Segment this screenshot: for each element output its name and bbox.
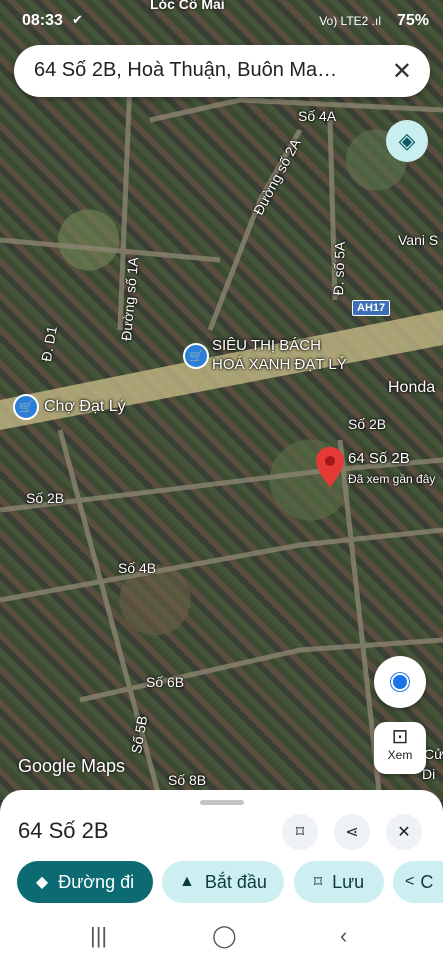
directions-label: Đường đi — [58, 871, 135, 892]
close-icon: ✕ — [397, 824, 411, 841]
pin-title: 64 Số 2B — [348, 450, 410, 467]
share-button[interactable]: < C — [393, 861, 443, 903]
sheet-handle[interactable] — [200, 800, 244, 805]
directions-button[interactable]: ◆ Đường đi — [17, 861, 153, 903]
road-label: Số 8B — [168, 772, 207, 788]
directions-icon: ◆ — [35, 874, 49, 891]
xem-button[interactable]: ⊡ Xem — [374, 722, 426, 774]
search-query[interactable]: 64 Số 2B, Hoà Thuận, Buôn Ma… — [34, 59, 337, 82]
bookmark-icon: ⌑ — [313, 874, 323, 891]
close-sheet-button[interactable]: ✕ — [386, 814, 422, 850]
share-icon: ⋖ — [345, 824, 359, 841]
share-label: C — [420, 871, 434, 892]
lens-icon: ⊡ — [391, 726, 409, 748]
top-caption: Lóc Cô Mai — [150, 0, 225, 12]
place-title: 64 Số 2B — [18, 818, 109, 843]
save-button[interactable]: ⌑ Lưu — [294, 861, 384, 903]
back-button[interactable]: ‹ — [340, 923, 347, 949]
road-label: Đ. số 5A — [330, 241, 348, 296]
poi-market-label[interactable]: Chợ Đạt Lý — [44, 398, 126, 416]
pin-subtitle: Đã xem gần đây — [348, 472, 436, 486]
navigation-arrow-icon: ▲ — [179, 873, 195, 890]
status-time: 08:33 — [22, 12, 63, 29]
save-label: Lưu — [332, 871, 365, 892]
poi-store-label[interactable]: SIÊU THỊ BÁCH HOÁ XANH ĐẠT LÝ — [212, 336, 347, 374]
check-icon: ✔ — [72, 12, 83, 27]
my-location-icon — [391, 673, 409, 691]
layers-icon: ◈ — [398, 128, 416, 153]
shopping-cart-icon[interactable]: 🛒 — [183, 343, 209, 369]
road-label: Số 4B — [118, 560, 157, 576]
road-label: Số 2B — [348, 416, 387, 432]
close-icon[interactable]: ✕ — [392, 57, 412, 86]
google-maps-logo: Google Maps — [18, 756, 126, 776]
recents-button[interactable]: ||| — [90, 923, 107, 949]
search-bar[interactable]: 64 Số 2B, Hoà Thuận, Buôn Ma… ✕ — [14, 45, 430, 97]
shopping-cart-icon[interactable]: 🛒 — [13, 394, 39, 420]
signal-icon: Vo) LTE2 .ıl — [319, 14, 381, 28]
highway-shield: AH17 — [352, 300, 391, 316]
share-icon: < — [405, 873, 415, 890]
road-label: Số 6B — [146, 674, 185, 690]
location-pin-icon[interactable] — [316, 447, 344, 487]
xem-label: Xem — [387, 748, 413, 762]
my-location-button[interactable] — [374, 656, 426, 708]
start-button[interactable]: ▲ Bắt đầu — [162, 861, 284, 903]
save-icon-button[interactable]: ⌑ — [282, 814, 318, 850]
home-button[interactable]: ◯ — [212, 923, 237, 949]
road-label: Cử — [424, 746, 443, 762]
layers-button[interactable]: ◈ — [386, 120, 428, 162]
road-label: Vani S — [398, 232, 439, 248]
share-icon-button[interactable]: ⋖ — [334, 814, 370, 850]
bookmark-icon: ⌑ — [295, 824, 305, 841]
road-label: Số 4A — [298, 108, 337, 124]
battery-level: 75% — [396, 12, 429, 29]
poi-honda-label[interactable]: Honda — [388, 379, 435, 397]
start-label: Bắt đầu — [204, 871, 267, 892]
system-nav-bar: ||| ◯ ‹ — [0, 915, 443, 960]
road-label: Số 2B — [26, 490, 65, 506]
